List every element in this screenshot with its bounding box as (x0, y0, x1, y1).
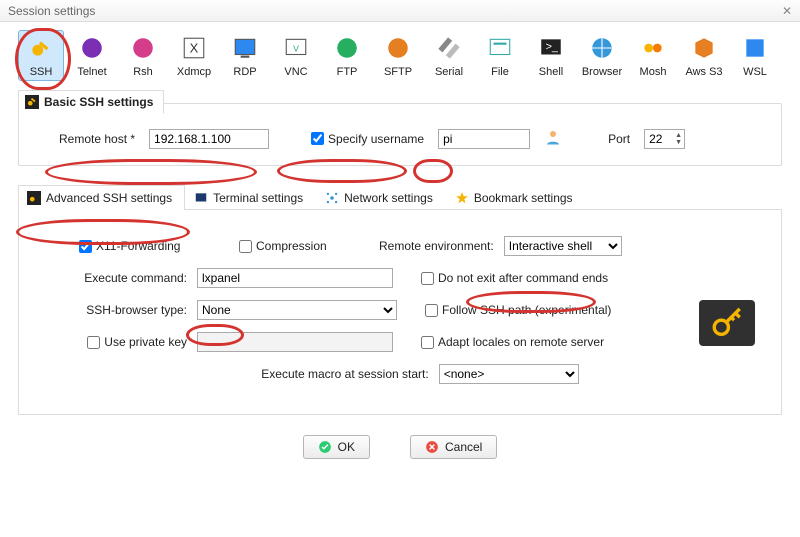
session-type-sftp[interactable]: SFTP (375, 30, 421, 81)
session-type-vnc[interactable]: V VNC (273, 30, 319, 81)
specify-username-check[interactable]: Specify username (311, 132, 424, 146)
macro-select[interactable]: <none> (439, 364, 579, 384)
basic-ssh-group: Basic SSH settings Remote host * Specify… (18, 103, 782, 166)
session-type-rsh[interactable]: Rsh (120, 30, 166, 81)
adapt-check[interactable]: Adapt locales on remote server (421, 335, 604, 349)
session-type-serial[interactable]: Serial (426, 30, 472, 81)
remote-env-label: Remote environment: (379, 239, 494, 253)
cancel-button[interactable]: Cancel (410, 435, 497, 459)
exec-cmd-input[interactable] (197, 268, 393, 288)
session-type-mosh[interactable]: Mosh (630, 30, 676, 81)
user-picker-icon[interactable] (544, 128, 562, 149)
browser-type-label: SSH-browser type: (79, 303, 187, 317)
titlebar: Session settings ✕ (0, 0, 800, 22)
window-title: Session settings (8, 0, 95, 21)
close-icon[interactable]: ✕ (782, 0, 792, 21)
settings-subtabs: Advanced SSH settings Terminal settings … (18, 184, 782, 210)
tab-advanced-ssh[interactable]: Advanced SSH settings (18, 185, 185, 210)
ok-button[interactable]: OK (303, 435, 370, 459)
session-type-rdp[interactable]: RDP (222, 30, 268, 81)
tab-bookmark[interactable]: Bookmark settings (446, 185, 586, 210)
browser-type-select[interactable]: None (197, 300, 397, 320)
exec-cmd-label: Execute command: (79, 271, 187, 285)
macro-label: Execute macro at session start: (261, 367, 428, 381)
x11-check[interactable]: X11-Forwarding (79, 239, 229, 253)
svg-text:V: V (293, 43, 299, 53)
session-type-ftp[interactable]: FTP (324, 30, 370, 81)
privkey-input[interactable] (197, 332, 393, 352)
port-spinner[interactable]: ▲▼ (644, 129, 685, 149)
tab-terminal[interactable]: Terminal settings (185, 185, 316, 210)
username-input[interactable] (438, 129, 530, 149)
session-type-awss3[interactable]: Aws S3 (681, 30, 727, 81)
remote-env-select[interactable]: Interactive shell (504, 236, 622, 256)
session-type-telnet[interactable]: Telnet (69, 30, 115, 81)
basic-ssh-tab: Basic SSH settings (18, 90, 164, 114)
svg-text:>_: >_ (546, 41, 559, 53)
session-type-wsl[interactable]: WSL (732, 30, 778, 81)
session-type-browser[interactable]: Browser (579, 30, 625, 81)
session-type-toolbar: SSH Telnet Rsh X Xdmcp RDP V VNC FTP SFT… (0, 22, 800, 85)
tab-network[interactable]: Network settings (316, 185, 446, 210)
session-type-label: SSH (19, 66, 63, 78)
svg-text:X: X (190, 40, 199, 55)
session-type-shell[interactable]: >_ Shell (528, 30, 574, 81)
dialog-buttons: OK Cancel (0, 435, 800, 459)
session-type-xdmcp[interactable]: X Xdmcp (171, 30, 217, 81)
key-icon (699, 300, 755, 346)
compression-check[interactable]: Compression (239, 239, 369, 253)
port-label: Port (608, 132, 630, 146)
session-type-ssh[interactable]: SSH (18, 30, 64, 81)
session-type-file[interactable]: File (477, 30, 523, 81)
privkey-check[interactable]: Use private key (79, 335, 187, 349)
remote-host-input[interactable] (149, 129, 269, 149)
noexit-check[interactable]: Do not exit after command ends (421, 271, 608, 285)
remote-host-label: Remote host * (59, 132, 135, 146)
advanced-ssh-panel: X11-Forwarding Compression Remote enviro… (18, 210, 782, 415)
follow-check[interactable]: Follow SSH path (experimental) (425, 303, 611, 317)
